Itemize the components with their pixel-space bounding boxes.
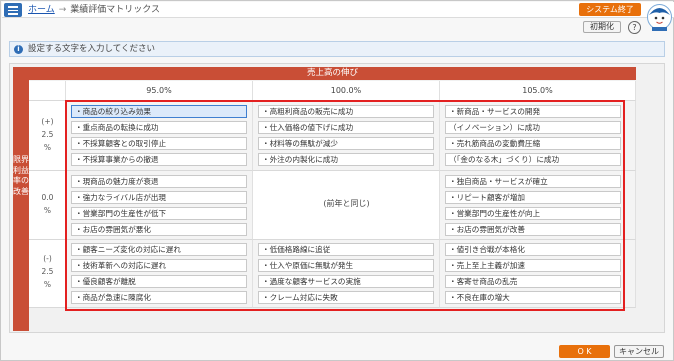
row-label-zero: 0.0 % [29,171,66,240]
row-unit: % [43,206,52,215]
row-value: 2.5 [41,267,54,276]
matrix-item-input[interactable]: ・過度な顧客サービスの実施 [258,275,434,288]
matrix-cell-r0c0: ・商品の絞り込み効果 ・重点商品の転換に成功 ・不採算顧客との取引停止 ・不採算… [66,101,253,171]
matrix-cell-r1c1: (前年と同じ) [253,171,440,240]
matrix-item-input[interactable]: ・新商品・サービスの開発 [445,105,621,118]
cancel-button[interactable]: キャンセル [614,345,664,358]
matrix-item-input[interactable]: ・外注の内製化に成功 [258,153,434,166]
matrix-item-input[interactable]: ・独自商品・サービスが確立 [445,175,621,188]
matrix-item-input[interactable]: ・強力なライバル店が出現 [71,191,247,204]
initialize-button[interactable]: 初期化 [583,21,621,33]
matrix-item-input[interactable]: ・客寄せ商品の乱売 [445,275,621,288]
question-mark-icon[interactable]: ? [628,21,641,34]
row-label-plus: (+) 2.5 % [29,101,66,171]
matrix-cell-r1c0: ・現商品の魅力度が衰退 ・強力なライバル店が出現 ・営業部門の生産性が低下 ・お… [66,171,253,240]
matrix-item-input[interactable]: ・値引き合戦が本格化 [445,243,621,256]
matrix-item-input[interactable]: ・営業部門の生産性が低下 [71,207,247,220]
row-value: 0.0 [41,193,54,202]
hamburger-menu-icon[interactable] [4,3,22,17]
breadcrumb-separator: → [58,5,67,15]
matrix-item-input[interactable]: ・仕入価格の値下げに成功 [258,121,434,134]
matrix-item-input[interactable]: ・不採算事業からの撤退 [71,153,247,166]
matrix-item-input[interactable]: ・リピート顧客が増加 [445,191,621,204]
mascot-character-icon [647,4,672,31]
row-sign: (+) [41,117,54,126]
row-sign: (-) [43,254,52,263]
matrix-cell-r2c1: ・低価格路線に追従 ・仕入や原価に無駄が発生 ・過度な顧客サービスの実施 ・クレ… [253,240,440,308]
matrix-item-input[interactable]: （「金のなる木」づくり）に成功 [445,153,621,166]
matrix-cell-r0c1: ・高粗利商品の販売に成功 ・仕入価格の値下げに成功 ・材料等の無駄が減少 ・外注… [253,101,440,171]
info-icon: i [14,45,23,54]
matrix-item-input[interactable]: ・仕入や原価に無駄が発生 [258,259,434,272]
matrix-item-input[interactable]: ・クレーム対応に失敗 [258,291,434,304]
matrix-item-input[interactable]: ・技術革新への対応に遅れ [71,259,247,272]
row-unit: % [43,143,52,152]
matrix-cell-r2c0: ・顧客ニーズ変化の対応に遅れ ・技術革新への対応に遅れ ・優良顧客が離脱 ・商品… [66,240,253,308]
matrix-panel: 売上高の伸び 限界利益率の改善 95.0% 100.0% 105.0% (+) … [9,63,665,333]
matrix-item-input[interactable]: ・現商品の魅力度が衰退 [71,175,247,188]
matrix-item-input[interactable]: ・商品の絞り込み効果 [71,105,247,118]
column-header-105: 105.0% [440,81,636,101]
matrix-item-input[interactable]: ・材料等の無駄が減少 [258,137,434,150]
matrix-item-input[interactable]: ・不採算顧客との取引停止 [71,137,247,150]
matrix-item-input[interactable]: ・不良在庫の増大 [445,291,621,304]
top-bar: ホーム → 業績評価マトリックス システム終了 [2,2,674,18]
matrix-cell-r1c2: ・独自商品・サービスが確立 ・リピート顧客が増加 ・営業部門の生産性が向上 ・お… [440,171,636,240]
page-title: 業績評価マトリックス [70,5,161,15]
matrix-item-input[interactable]: ・高粗利商品の販売に成功 [258,105,434,118]
same-as-last-year-text: (前年と同じ) [323,199,370,208]
matrix-cell-r0c2: ・新商品・サービスの開発 （イノベーション）に成功 ・売れ筋商品の変動費圧縮 （… [440,101,636,171]
app-window: ホーム → 業績評価マトリックス システム終了 初期化 ? i 設定する文字を入力し… [0,0,674,361]
row-label-minus: (-) 2.5 % [29,240,66,308]
row-value: 2.5 [41,130,54,139]
matrix-item-input[interactable]: ・重点商品の転換に成功 [71,121,247,134]
info-message-bar: i 設定する文字を入力してください [9,41,665,57]
matrix-item-input[interactable]: ・営業部門の生産性が向上 [445,207,621,220]
sales-growth-header: 売上高の伸び [29,67,636,80]
column-header-100: 100.0% [253,81,440,101]
matrix-item-input[interactable]: ・お店の雰囲気が悪化 [71,223,247,236]
row-unit: % [43,280,52,289]
matrix-cell-r2c2: ・値引き合戦が本格化 ・売上至上主義が加速 ・客寄せ商品の乱売 ・不良在庫の増大 [440,240,636,308]
matrix-item-input[interactable]: ・売上至上主義が加速 [445,259,621,272]
matrix-item-input[interactable]: ・売れ筋商品の変動費圧縮 [445,137,621,150]
info-message-text: 設定する文字を入力してください [28,44,155,54]
margin-improvement-label: 限界利益率の改善 [13,155,29,196]
system-exit-button[interactable]: システム終了 [579,3,641,16]
breadcrumb-home-link[interactable]: ホーム [28,5,55,15]
matrix-corner [29,81,66,101]
matrix-item-input[interactable]: （イノベーション）に成功 [445,121,621,134]
margin-improvement-header: 限界利益率の改善 [13,67,29,331]
breadcrumb: ホーム → 業績評価マトリックス [28,4,160,16]
matrix-item-input[interactable]: ・低価格路線に追従 [258,243,434,256]
matrix-item-input[interactable]: ・商品が急速に陳腐化 [71,291,247,304]
matrix-item-input[interactable]: ・顧客ニーズ変化の対応に遅れ [71,243,247,256]
ok-button[interactable]: O K [559,345,610,358]
matrix-item-input[interactable]: ・優良顧客が離脱 [71,275,247,288]
column-header-95: 95.0% [66,81,253,101]
matrix-item-input[interactable]: ・お店の雰囲気が改善 [445,223,621,236]
